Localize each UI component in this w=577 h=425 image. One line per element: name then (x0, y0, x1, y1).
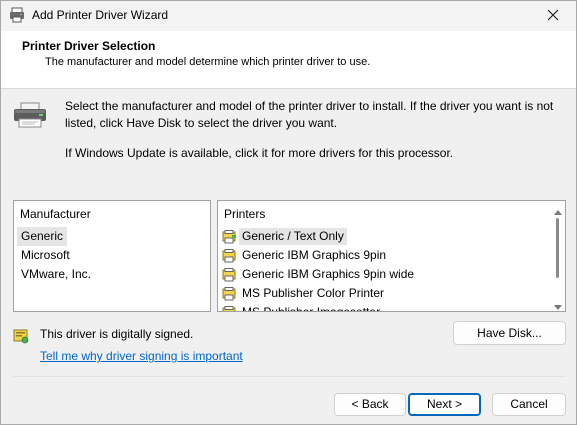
printer-driver-item[interactable]: MS Publisher Color Printer (222, 284, 387, 303)
next-button[interactable]: Next > (408, 393, 481, 416)
printers-list[interactable]: Printers Generic / Text Only Generic IBM… (217, 200, 566, 312)
printer-driver-label: MS Publisher Color Printer (242, 286, 385, 300)
wizard-header: Printer Driver Selection The manufacture… (1, 31, 576, 89)
window-title: Add Printer Driver Wizard (32, 8, 169, 22)
driver-signed-status: This driver is digitally signed. (40, 327, 194, 341)
manufacturer-list-header: Manufacturer (20, 207, 91, 221)
printer-driver-item[interactable]: Generic / Text Only (222, 227, 347, 246)
printer-driver-item[interactable]: Generic IBM Graphics 9pin wide (222, 265, 417, 284)
printer-driver-icon (222, 248, 238, 263)
printer-driver-icon (222, 267, 238, 282)
scroll-up-icon[interactable] (554, 204, 562, 215)
title-bar: Add Printer Driver Wizard (1, 1, 576, 31)
page-subtitle: The manufacturer and model determine whi… (45, 56, 371, 68)
printer-icon (13, 102, 47, 128)
windows-update-note: If Windows Update is available, click it… (65, 146, 454, 160)
close-button[interactable] (530, 1, 576, 31)
back-button[interactable]: < Back (334, 393, 406, 416)
manufacturer-list[interactable]: Manufacturer Generic Microsoft VMware, I… (13, 200, 211, 312)
printer-driver-label: Generic / Text Only (239, 228, 347, 245)
printers-scrollbar[interactable] (551, 201, 565, 311)
printer-driver-item[interactable]: Generic IBM Graphics 9pin (222, 246, 389, 265)
manufacturer-item[interactable]: Microsoft (17, 246, 74, 265)
printer-icon (9, 7, 25, 23)
scroll-down-icon[interactable] (554, 300, 562, 310)
instructions-text: Select the manufacturer and model of the… (65, 99, 554, 130)
printer-driver-label: Generic IBM Graphics 9pin wide (242, 267, 415, 281)
printer-driver-icon (222, 305, 238, 311)
manufacturer-item[interactable]: Generic (17, 227, 68, 246)
close-icon[interactable] (547, 9, 559, 24)
footer-separator (13, 376, 566, 377)
printer-driver-icon (222, 229, 238, 244)
printer-driver-label: MS Publisher Imagesetter (242, 305, 381, 312)
add-printer-driver-wizard-window: Add Printer Driver Wizard Printer Driver… (0, 0, 577, 425)
scrollbar-thumb[interactable] (556, 218, 559, 278)
manufacturer-item[interactable]: VMware, Inc. (17, 265, 95, 284)
have-disk-button[interactable]: Have Disk... (453, 321, 566, 345)
signed-certificate-icon (13, 328, 29, 344)
cancel-button[interactable]: Cancel (492, 393, 566, 416)
printer-driver-icon (222, 286, 238, 301)
driver-signing-info-link[interactable]: Tell me why driver signing is important (40, 349, 243, 363)
printer-driver-item[interactable]: MS Publisher Imagesetter (222, 303, 383, 312)
page-title: Printer Driver Selection (22, 39, 156, 53)
printer-driver-label: Generic IBM Graphics 9pin (242, 248, 387, 262)
printers-list-header: Printers (224, 207, 266, 221)
